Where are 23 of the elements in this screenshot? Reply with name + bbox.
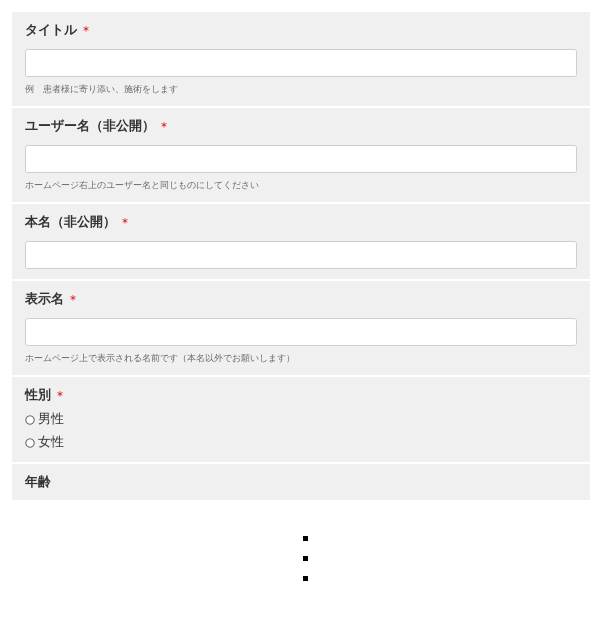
field-label: 性別 xyxy=(25,387,51,405)
field-label: 年齢 xyxy=(25,474,51,492)
field-label: 本名（非公開） xyxy=(25,214,116,232)
text-field[interactable] xyxy=(25,145,577,173)
field-label: タイトル xyxy=(25,22,77,40)
text-field[interactable] xyxy=(25,241,577,269)
required-mark: * xyxy=(161,119,167,136)
help-text: ホームページ上で表示される名前です（本名以外でお願いします） xyxy=(25,353,296,365)
help-text: 例 患者様に寄り添い、施術をします xyxy=(25,84,179,96)
text-field[interactable] xyxy=(25,318,577,346)
field-label: ユーザー名（非公開） xyxy=(25,118,155,136)
required-mark: * xyxy=(57,388,63,405)
field-label: 表示名 xyxy=(25,291,64,309)
required-mark: * xyxy=(122,215,128,232)
radio-option[interactable]: 女性 xyxy=(25,431,577,454)
required-mark: * xyxy=(70,292,76,309)
radio-button[interactable] xyxy=(25,414,35,424)
radio-option[interactable]: 男性 xyxy=(25,408,577,431)
required-mark: * xyxy=(83,23,89,40)
text-field[interactable] xyxy=(25,49,577,77)
radio-button[interactable] xyxy=(25,438,35,448)
vertical-ellipsis-icon xyxy=(302,536,308,581)
help-text: ホームページ右上のユーザー名と同じものにしてください xyxy=(25,180,260,192)
